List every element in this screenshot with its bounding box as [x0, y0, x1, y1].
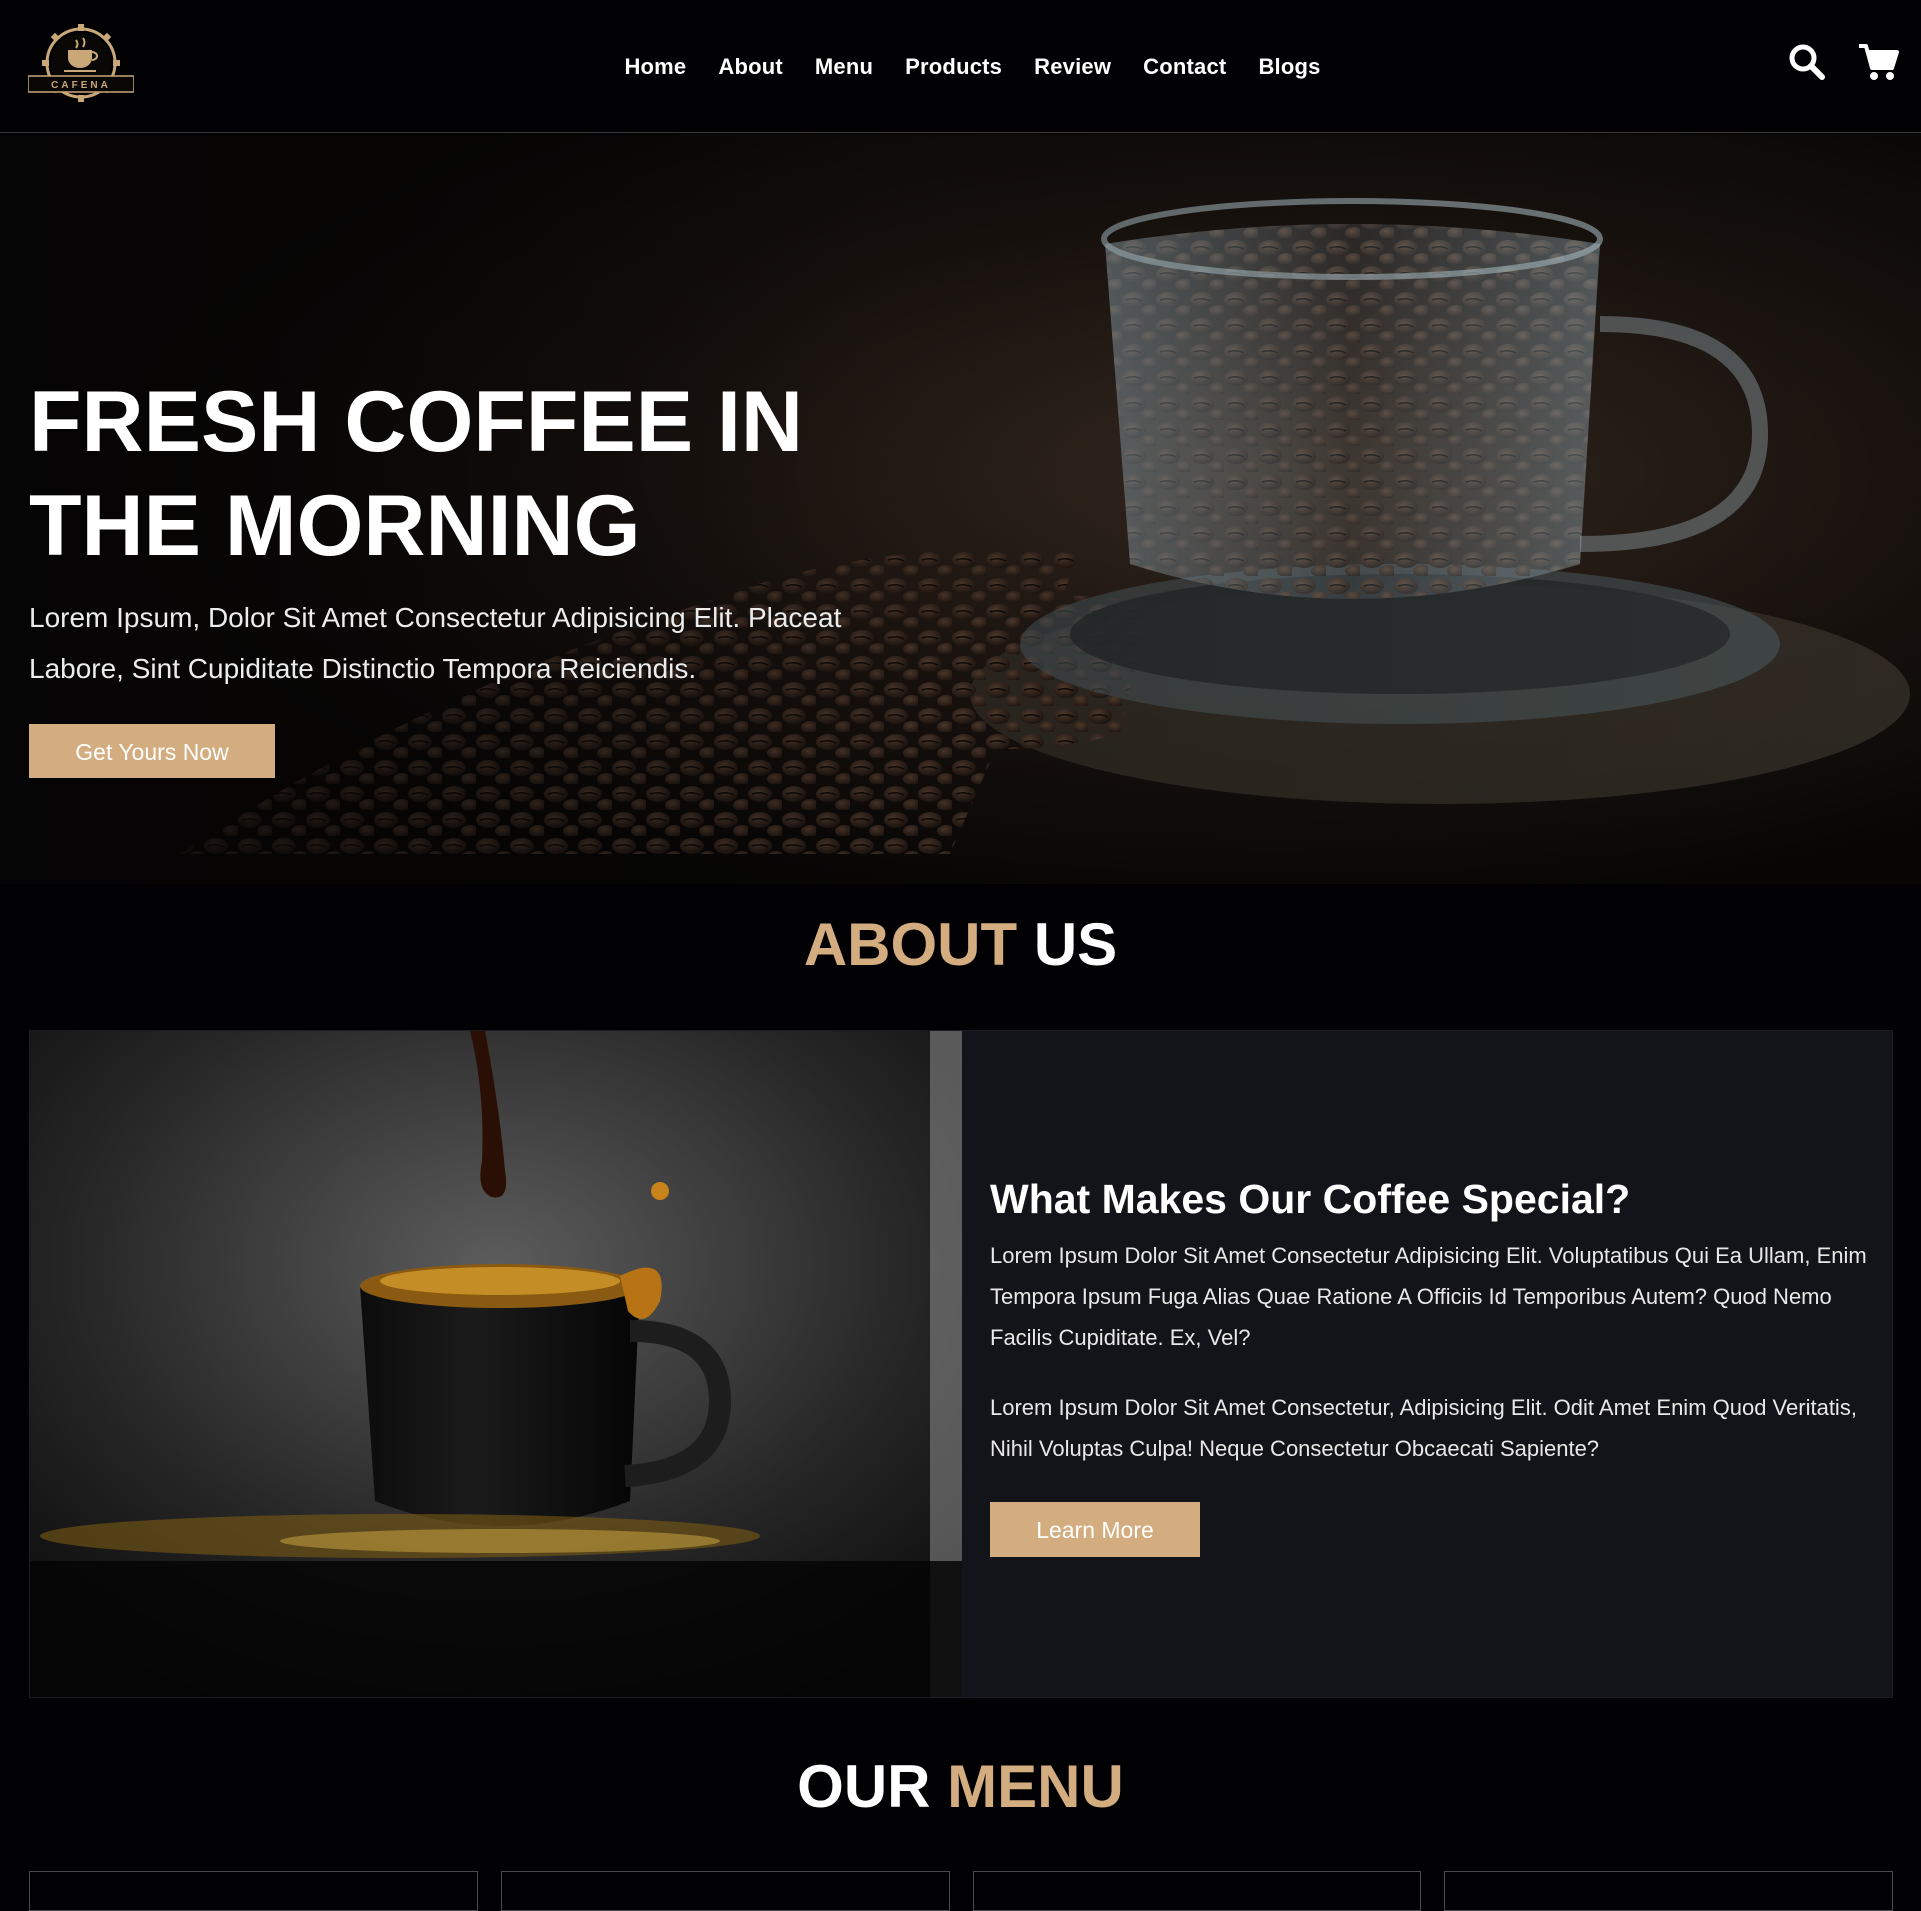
menu-heading-accent: MENU	[947, 1753, 1124, 1820]
coffee-pour-image	[30, 1031, 962, 1697]
hero-description: Lorem Ipsum, Dolor Sit Amet Consectetur …	[29, 602, 842, 684]
search-icon[interactable]	[1787, 42, 1827, 82]
menu-card-list	[29, 1871, 1893, 1911]
nav-contact[interactable]: Contact	[1143, 54, 1226, 80]
menu-heading-rest: OUR	[797, 1753, 931, 1820]
menu-card[interactable]	[500, 1871, 950, 1911]
menu-card[interactable]	[1444, 1871, 1893, 1911]
menu-heading: OUR MENU	[0, 1752, 1921, 1822]
about-heading-rest: US	[1033, 911, 1118, 978]
site-header: CAFENA Home About Menu Products Review C…	[0, 0, 1921, 133]
about-paragraph-1: Lorem Ipsum Dolor Sit Amet Consectetur A…	[990, 1243, 1867, 1350]
get-yours-now-button[interactable]: Get Yours Now	[29, 724, 275, 778]
about-content: What Makes Our Coffee Special? Lorem Ips…	[990, 1171, 1870, 1557]
hero-section: FRESH COFFEE IN THE MORNING Lorem Ipsum,…	[0, 134, 1921, 884]
about-section: What Makes Our Coffee Special? Lorem Ips…	[29, 1030, 1893, 1698]
nav-review[interactable]: Review	[1034, 54, 1111, 80]
nav-blogs[interactable]: Blogs	[1258, 54, 1320, 80]
nav-about[interactable]: About	[718, 54, 783, 80]
about-paragraph-2: Lorem Ipsum Dolor Sit Amet Consectetur, …	[990, 1395, 1857, 1461]
about-heading-accent: ABOUT	[803, 911, 1018, 978]
header-actions	[1787, 42, 1899, 82]
nav-products[interactable]: Products	[905, 54, 1002, 80]
about-title: What Makes Our Coffee Special?	[990, 1176, 1631, 1222]
hero-title: FRESH COFFEE IN THE MORNING	[29, 374, 804, 574]
learn-more-button[interactable]: Learn More	[990, 1502, 1200, 1557]
menu-card[interactable]	[29, 1871, 478, 1911]
about-heading: ABOUT US	[0, 910, 1921, 980]
main-nav: Home About Menu Products Review Contact …	[0, 0, 1921, 133]
nav-home[interactable]: Home	[624, 54, 686, 80]
menu-card[interactable]	[972, 1871, 1422, 1911]
shopping-cart-icon[interactable]	[1857, 42, 1899, 82]
nav-menu[interactable]: Menu	[815, 54, 873, 80]
